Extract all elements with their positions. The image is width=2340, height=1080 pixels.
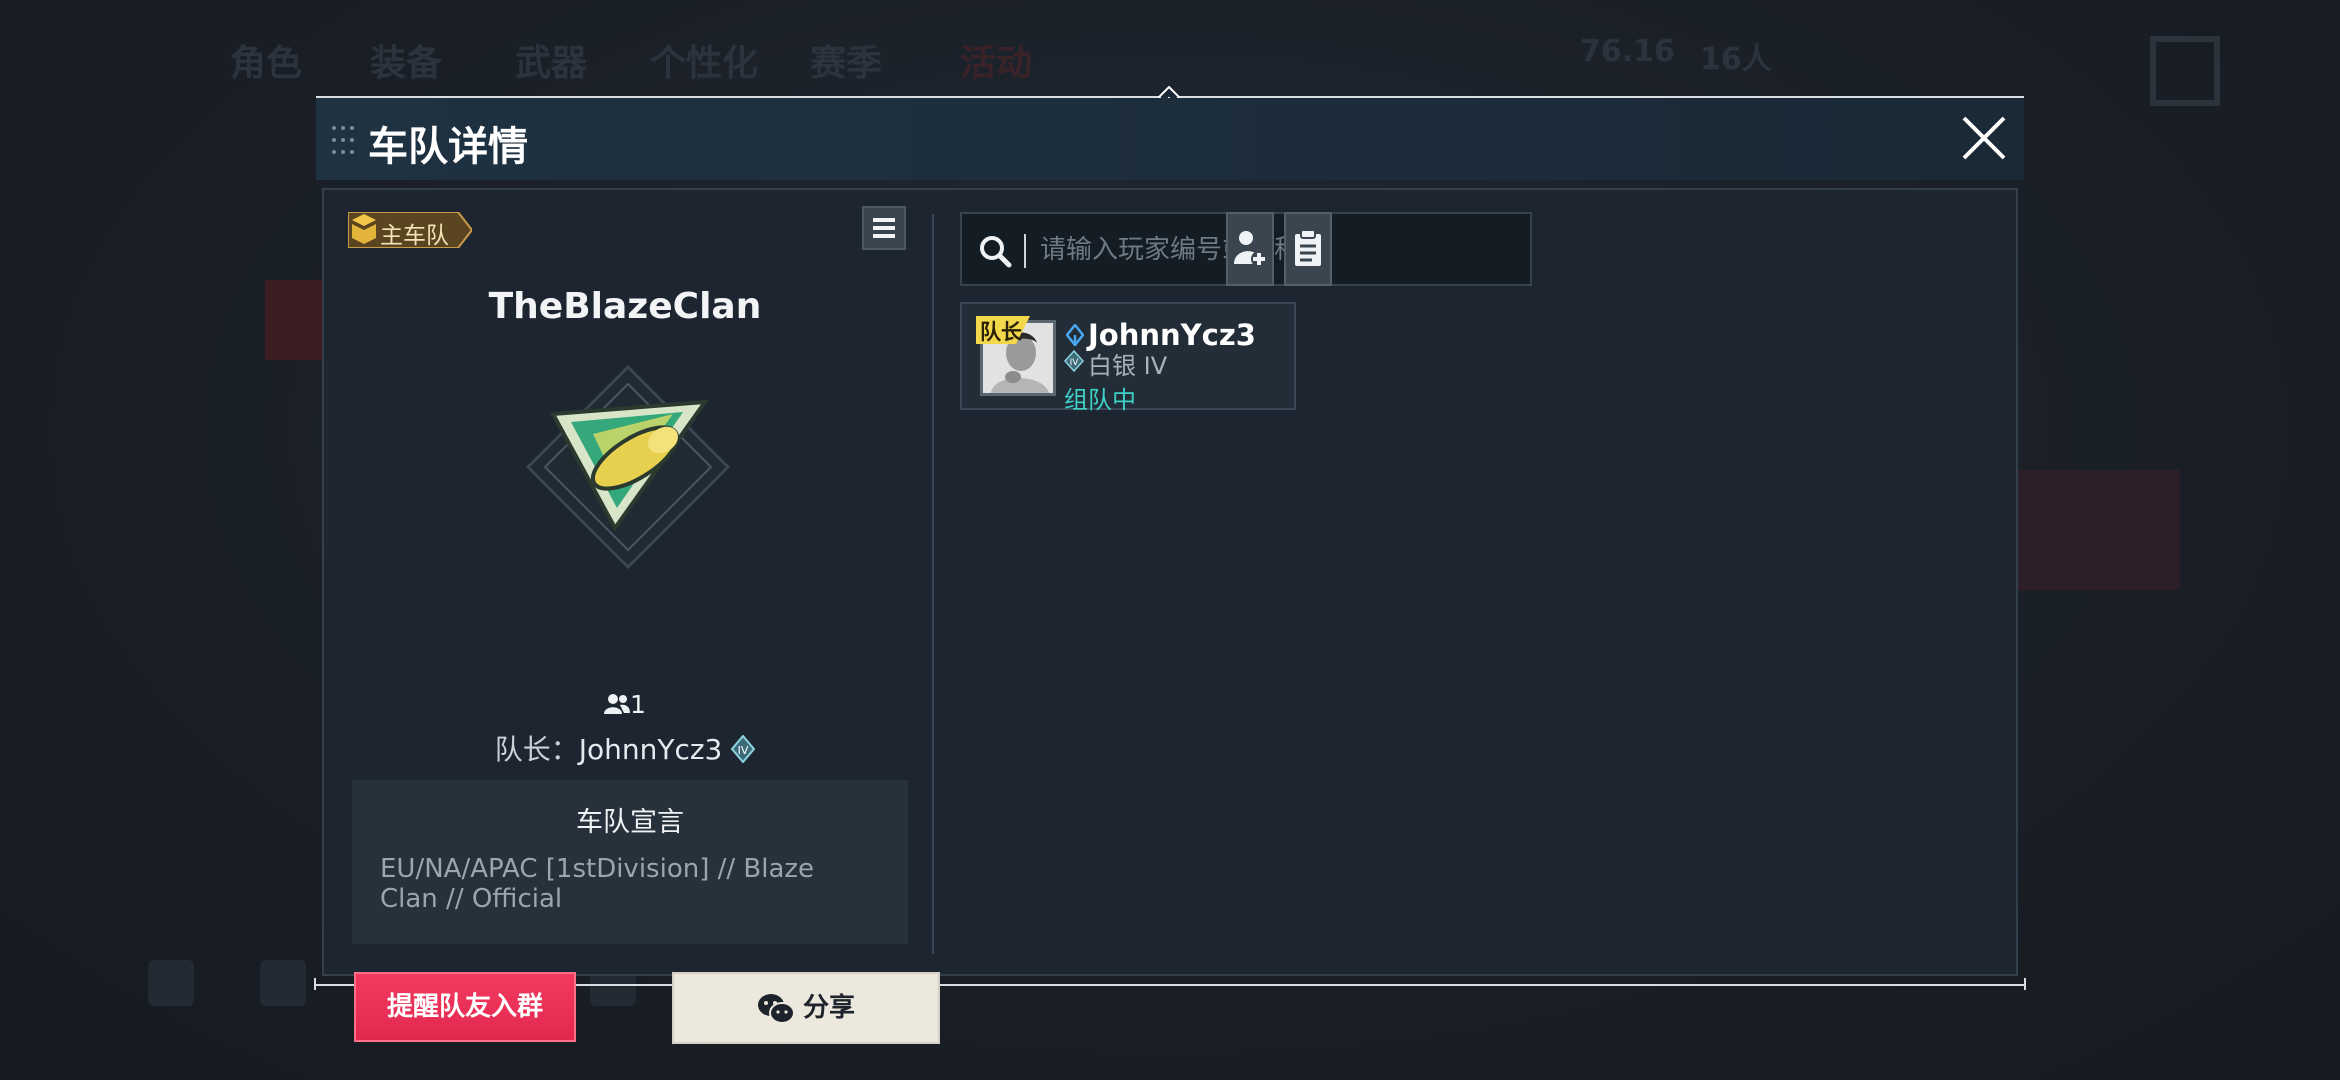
add-friend-button[interactable]	[1226, 212, 1274, 286]
wechat-icon	[757, 993, 795, 1024]
captain-name[interactable]: JohnnYcz3	[579, 733, 723, 766]
team-details-dialog: 车队详情 主车队 TheBlazeClan 1 队长：JohnnYcz3 IV …	[314, 86, 2026, 1044]
bg-status-1: 16人	[1700, 42, 1772, 77]
team-info-panel: 主车队 TheBlazeClan 1 队长：JohnnYcz3 IV 车队宣言 …	[348, 202, 940, 1044]
dialog-title: 车队详情	[368, 124, 528, 170]
bg-tab-1: 装备	[370, 43, 443, 84]
corner-tick	[314, 978, 316, 990]
leader-tag: 队长	[976, 316, 1030, 344]
drag-grip-icon[interactable]	[330, 124, 356, 156]
declaration-title: 车队宣言	[576, 807, 684, 838]
team-name: TheBlazeClan	[488, 286, 762, 327]
corner-tick	[2024, 978, 2026, 990]
svg-text:IV: IV	[738, 744, 749, 757]
add-friend-icon	[1234, 231, 1267, 267]
search-input[interactable]	[1038, 224, 1522, 276]
declaration-text: EU/NA/APAC [1stDivision] // Blaze Clan /…	[380, 854, 815, 914]
clipboard-icon	[1295, 229, 1321, 266]
bg-tab-5: 活动	[960, 43, 1033, 84]
menu-icon	[873, 218, 895, 222]
leader-tag-label: 队长	[980, 320, 1022, 344]
bg-tab-3: 个性化	[650, 43, 759, 84]
bg-tab-2: 武器	[515, 43, 588, 84]
main-team-badge-label: 主车队	[380, 223, 449, 249]
menu-icon	[873, 234, 895, 238]
bg-tab-4: 赛季	[810, 43, 883, 84]
captain-line: 队长：JohnnYcz3 IV	[348, 728, 902, 768]
text-caret	[1024, 234, 1026, 268]
member-count: 1	[348, 690, 902, 719]
captain-label: 队长：	[494, 733, 579, 766]
bg-tab-0: 角色	[230, 43, 303, 84]
dialog-header[interactable]: 车队详情	[316, 98, 2024, 180]
menu-icon	[873, 226, 895, 230]
share-button-label: 分享	[802, 993, 855, 1023]
team-emblem-icon	[525, 364, 731, 570]
member-status: 组队中	[1064, 386, 1136, 414]
share-button[interactable]: 分享	[672, 972, 940, 1044]
applications-button[interactable]	[1284, 212, 1332, 286]
bg-status-0: 76.16	[1580, 34, 1675, 69]
member-count-value: 1	[630, 690, 646, 719]
svg-text:IV: IV	[1070, 358, 1080, 368]
rank-iv-icon: IV	[730, 734, 756, 764]
diamond-icon	[1066, 324, 1084, 346]
team-menu-button[interactable]	[862, 206, 906, 250]
remind-teammates-button[interactable]: 提醒队友入群	[354, 972, 576, 1042]
member-rank: 白银 IV	[1088, 352, 1168, 380]
bg-bottom-icon	[148, 960, 194, 1006]
rank-iv-icon: IV	[1064, 350, 1084, 372]
bg-bottom-icon	[260, 960, 306, 1006]
team-declaration-box: 车队宣言 EU/NA/APAC [1stDivision] // Blaze C…	[352, 780, 908, 944]
search-icon	[980, 236, 1012, 268]
people-icon	[604, 694, 631, 714]
member-card[interactable]: 队长 JohnnYcz3 IV 白银 IV 组队中	[960, 302, 1296, 414]
close-icon[interactable]	[1958, 112, 2010, 164]
bg-logo	[2150, 36, 2220, 106]
panel-divider	[932, 214, 934, 954]
